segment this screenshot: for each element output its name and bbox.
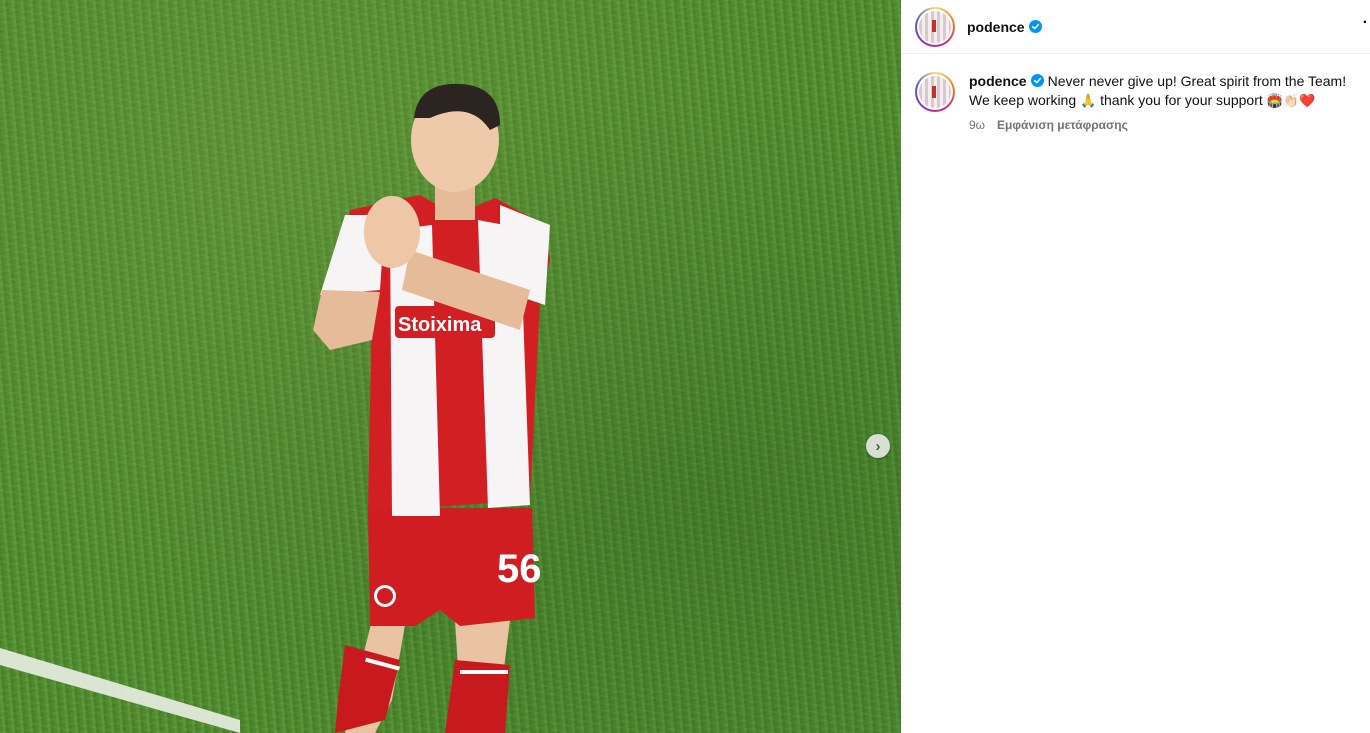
stadium-icon: 🏟️ <box>1266 93 1283 108</box>
see-translation-button[interactable]: Εμφάνιση μετάφρασης <box>997 116 1128 135</box>
verified-badge-icon <box>1030 74 1044 87</box>
header-username[interactable]: podence <box>967 19 1025 35</box>
caption-avatar[interactable] <box>915 72 955 112</box>
next-image-button[interactable]: › <box>866 434 890 458</box>
heart-icon: ❤️ <box>1299 93 1316 108</box>
post-image: 56 Stoixima › <box>0 0 901 733</box>
caption-text-2: thank you for your support <box>1100 92 1263 108</box>
caption-username[interactable]: podence <box>969 73 1027 89</box>
verified-badge-icon <box>1028 20 1042 33</box>
svg-text:56: 56 <box>497 547 542 591</box>
caption-meta: 9ω Εμφάνιση μετάφρασης <box>969 116 1356 135</box>
avatar[interactable] <box>915 6 955 47</box>
player-photo: 56 Stoixima <box>0 83 550 733</box>
instagram-post-view: 56 Stoixima › podence · podence Never ne… <box>0 0 1370 733</box>
post-header: podence · <box>901 0 1370 54</box>
pray-icon: 🙏 <box>1080 93 1097 108</box>
post-side-panel: podence · podence Never never give up! G… <box>901 0 1370 733</box>
chevron-right-icon: › <box>875 437 881 455</box>
more-options-icon[interactable]: · <box>1363 14 1368 32</box>
post-timestamp[interactable]: 9ω <box>969 116 985 135</box>
caption: podence Never never give up! Great spiri… <box>901 54 1370 135</box>
svg-text:Stoixima: Stoixima <box>398 314 482 336</box>
caption-body: podence Never never give up! Great spiri… <box>969 72 1356 135</box>
clap-icon: 👏🏻 <box>1282 93 1300 108</box>
